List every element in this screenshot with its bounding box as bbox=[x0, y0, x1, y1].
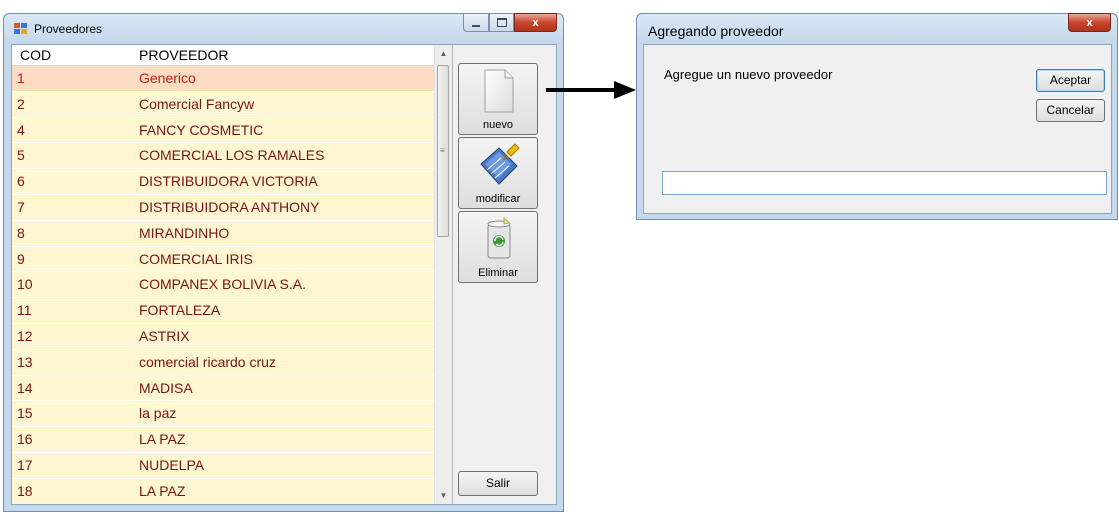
row-cod: 1 bbox=[17, 70, 25, 86]
column-header-cod[interactable]: COD bbox=[20, 47, 51, 63]
dialog-title: Agregando proveedor bbox=[648, 23, 784, 39]
dialog-title-bar[interactable]: Agregando proveedor x bbox=[637, 13, 1117, 44]
row-proveedor: COMPANEX BOLIVIA S.A. bbox=[139, 276, 307, 293]
row-proveedor: FANCY COSMETIC bbox=[139, 121, 264, 138]
row-cod: 6 bbox=[17, 173, 25, 190]
row-proveedor: MIRANDINHO bbox=[139, 224, 230, 241]
nuevo-button[interactable]: nuevo bbox=[458, 63, 538, 135]
grip-icon: ≡ bbox=[440, 146, 445, 155]
table-row[interactable]: 15 la paz bbox=[12, 401, 434, 428]
row-proveedor: DISTRIBUIDORA VICTORIA bbox=[139, 173, 318, 190]
row-cod: 5 bbox=[17, 147, 25, 164]
table-row[interactable]: 12 ASTRIX bbox=[12, 323, 434, 350]
close-button[interactable]: x bbox=[514, 13, 557, 32]
table-row[interactable]: 6 DISTRIBUIDORA VICTORIA bbox=[12, 169, 434, 195]
scroll-down-arrow-icon[interactable]: ▼ bbox=[435, 487, 452, 504]
maximize-button[interactable] bbox=[489, 13, 514, 32]
row-proveedor: Comercial Fancyw bbox=[139, 95, 255, 112]
row-cod: 17 bbox=[17, 456, 33, 473]
row-cod: 18 bbox=[17, 482, 33, 499]
table-row[interactable]: 2 Comercial Fancyw bbox=[12, 91, 434, 118]
recycle-bin-icon bbox=[487, 217, 511, 259]
row-proveedor: MADISA bbox=[139, 379, 193, 396]
row-proveedor: comercial ricardo cruz bbox=[139, 353, 276, 370]
agregando-proveedor-dialog: Agregando proveedor x Agregue un nuevo p… bbox=[636, 13, 1118, 220]
row-proveedor: Generico bbox=[139, 70, 196, 86]
row-proveedor: COMERCIAL LOS RAMALES bbox=[139, 147, 325, 164]
table-row[interactable]: 4 FANCY COSMETIC bbox=[12, 117, 434, 144]
table-row[interactable]: 5 COMERCIAL LOS RAMALES bbox=[12, 143, 434, 170]
table-row[interactable]: 11 FORTALEZA bbox=[12, 298, 434, 324]
row-proveedor: NUDELPA bbox=[139, 456, 205, 473]
proveedores-window: Proveedores x COD PROVEEDOR 1 Generico 2 Co… bbox=[3, 13, 564, 512]
row-cod: 16 bbox=[17, 431, 33, 448]
cancelar-button[interactable]: Cancelar bbox=[1036, 99, 1105, 122]
row-cod: 8 bbox=[17, 224, 25, 241]
dialog-close-button[interactable]: x bbox=[1068, 13, 1111, 32]
window-title: Proveedores bbox=[34, 22, 103, 36]
close-icon: x bbox=[1086, 16, 1093, 29]
eliminar-label: Eliminar bbox=[478, 267, 518, 279]
row-cod: 7 bbox=[17, 198, 25, 215]
dialog-client-area: Agregue un nuevo proveedor Aceptar Cance… bbox=[643, 44, 1112, 214]
title-bar[interactable]: Proveedores x bbox=[4, 13, 563, 44]
table-row[interactable]: 8 MIRANDINHO bbox=[12, 220, 434, 247]
row-cod: 10 bbox=[17, 276, 33, 293]
new-document-icon bbox=[484, 69, 514, 113]
modificar-label: modificar bbox=[475, 193, 521, 205]
close-icon: x bbox=[532, 16, 539, 29]
nuevo-label: nuevo bbox=[483, 119, 513, 131]
table-row[interactable]: 17 NUDELPA bbox=[12, 452, 434, 479]
modificar-button[interactable]: modificar bbox=[458, 137, 538, 209]
salir-button[interactable]: Salir bbox=[458, 471, 538, 496]
vertical-scrollbar[interactable]: ▲ ≡ ▼ bbox=[434, 45, 452, 504]
eliminar-button[interactable]: Eliminar bbox=[458, 211, 538, 283]
minimize-button[interactable] bbox=[463, 13, 489, 32]
table-row[interactable]: 16 LA PAZ bbox=[12, 427, 434, 453]
table-row[interactable]: 9 COMERCIAL IRIS bbox=[12, 246, 434, 273]
grid-rows: 1 Generico 2 Comercial Fancyw 4 FANCY COSMETI… bbox=[12, 66, 434, 504]
row-proveedor: la paz bbox=[139, 405, 177, 422]
row-cod: 15 bbox=[17, 405, 33, 422]
app-grid-icon bbox=[14, 23, 28, 35]
table-row[interactable]: 1 Generico bbox=[12, 66, 434, 92]
aceptar-button[interactable]: Aceptar bbox=[1036, 69, 1105, 92]
table-row[interactable]: 18 LA PAZ bbox=[12, 478, 434, 504]
row-cod: 13 bbox=[17, 353, 33, 370]
row-cod: 9 bbox=[17, 250, 25, 267]
minimize-icon bbox=[472, 24, 480, 27]
table-row[interactable]: 13 comercial ricardo cruz bbox=[12, 349, 434, 376]
row-proveedor: LA PAZ bbox=[139, 482, 186, 499]
row-proveedor: COMERCIAL IRIS bbox=[139, 250, 253, 267]
row-cod: 14 bbox=[17, 379, 33, 396]
table-row[interactable]: 14 MADISA bbox=[12, 375, 434, 402]
dialog-prompt: Agregue un nuevo proveedor bbox=[664, 67, 833, 82]
right-arrow-icon bbox=[546, 81, 636, 99]
scroll-up-arrow-icon[interactable]: ▲ bbox=[435, 45, 452, 62]
column-header-proveedor[interactable]: PROVEEDOR bbox=[139, 47, 228, 63]
row-proveedor: DISTRIBUIDORA ANTHONY bbox=[139, 198, 320, 215]
grid-header: COD PROVEEDOR bbox=[12, 45, 434, 66]
row-cod: 4 bbox=[17, 121, 25, 138]
proveedor-name-input[interactable] bbox=[662, 171, 1107, 195]
client-area: COD PROVEEDOR 1 Generico 2 Comercial Fancyw… bbox=[11, 44, 557, 505]
row-proveedor: ASTRIX bbox=[139, 327, 190, 344]
row-proveedor: FORTALEZA bbox=[139, 302, 221, 319]
row-cod: 11 bbox=[17, 302, 32, 319]
row-cod: 12 bbox=[17, 327, 33, 344]
edit-brush-icon bbox=[480, 143, 520, 185]
table-row[interactable]: 7 DISTRIBUIDORA ANTHONY bbox=[12, 194, 434, 221]
maximize-icon bbox=[496, 18, 507, 27]
scroll-thumb[interactable]: ≡ bbox=[437, 65, 449, 237]
providers-grid[interactable]: COD PROVEEDOR 1 Generico 2 Comercial Fancyw… bbox=[12, 45, 453, 504]
row-cod: 2 bbox=[17, 95, 25, 112]
table-row[interactable]: 10 COMPANEX BOLIVIA S.A. bbox=[12, 272, 434, 299]
row-proveedor: LA PAZ bbox=[139, 431, 186, 448]
